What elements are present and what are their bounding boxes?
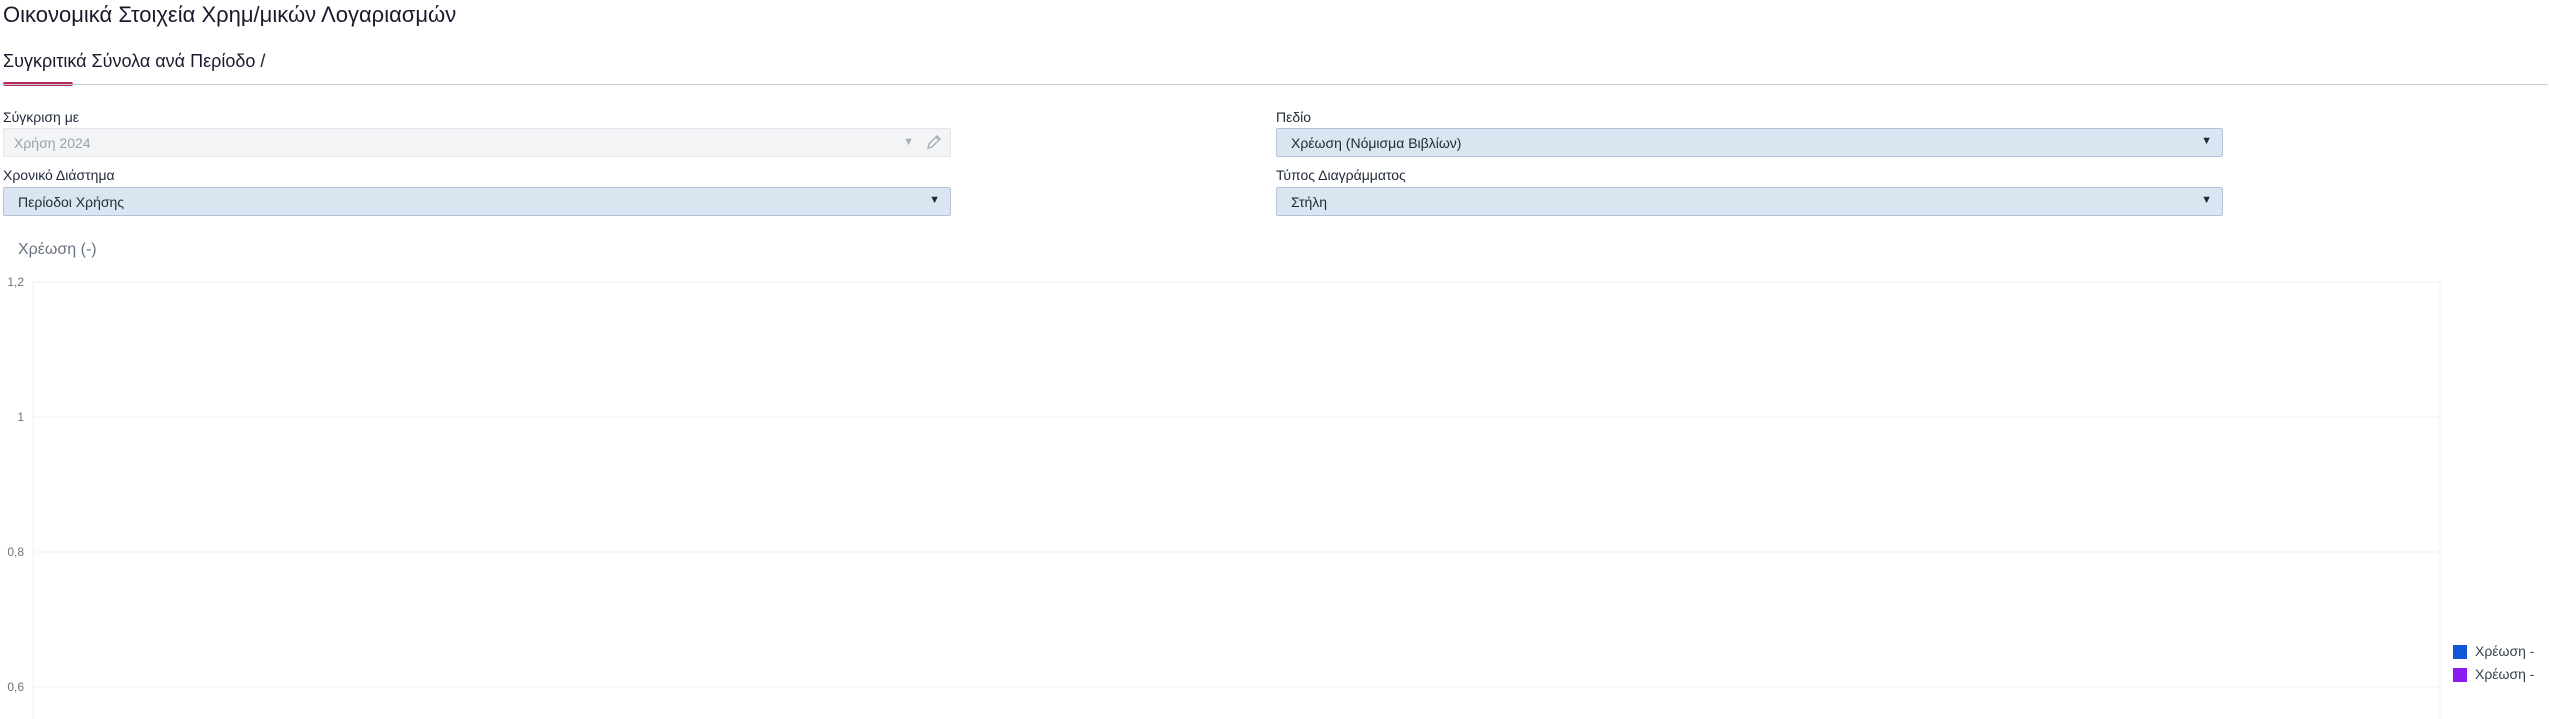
- legend-entry[interactable]: Χρέωση -: [2475, 666, 2534, 682]
- y-tick-label: 1: [17, 410, 24, 424]
- legend-swatch: [2453, 645, 2467, 659]
- page: Οικονομικά Στοιχεία Χρημ/μικών Λογαριασμ…: [0, 0, 2549, 719]
- y-tick-label: 1,2: [7, 275, 24, 289]
- plot-area: [32, 281, 2441, 719]
- legend-swatch: [2453, 668, 2467, 682]
- y-tick-label: 0,6: [7, 680, 24, 694]
- legend-entry[interactable]: Χρέωση -: [2475, 643, 2534, 659]
- y-tick-label: 0,8: [7, 545, 24, 559]
- chart: 1,2 1 0,8 0,6: [7, 275, 2441, 719]
